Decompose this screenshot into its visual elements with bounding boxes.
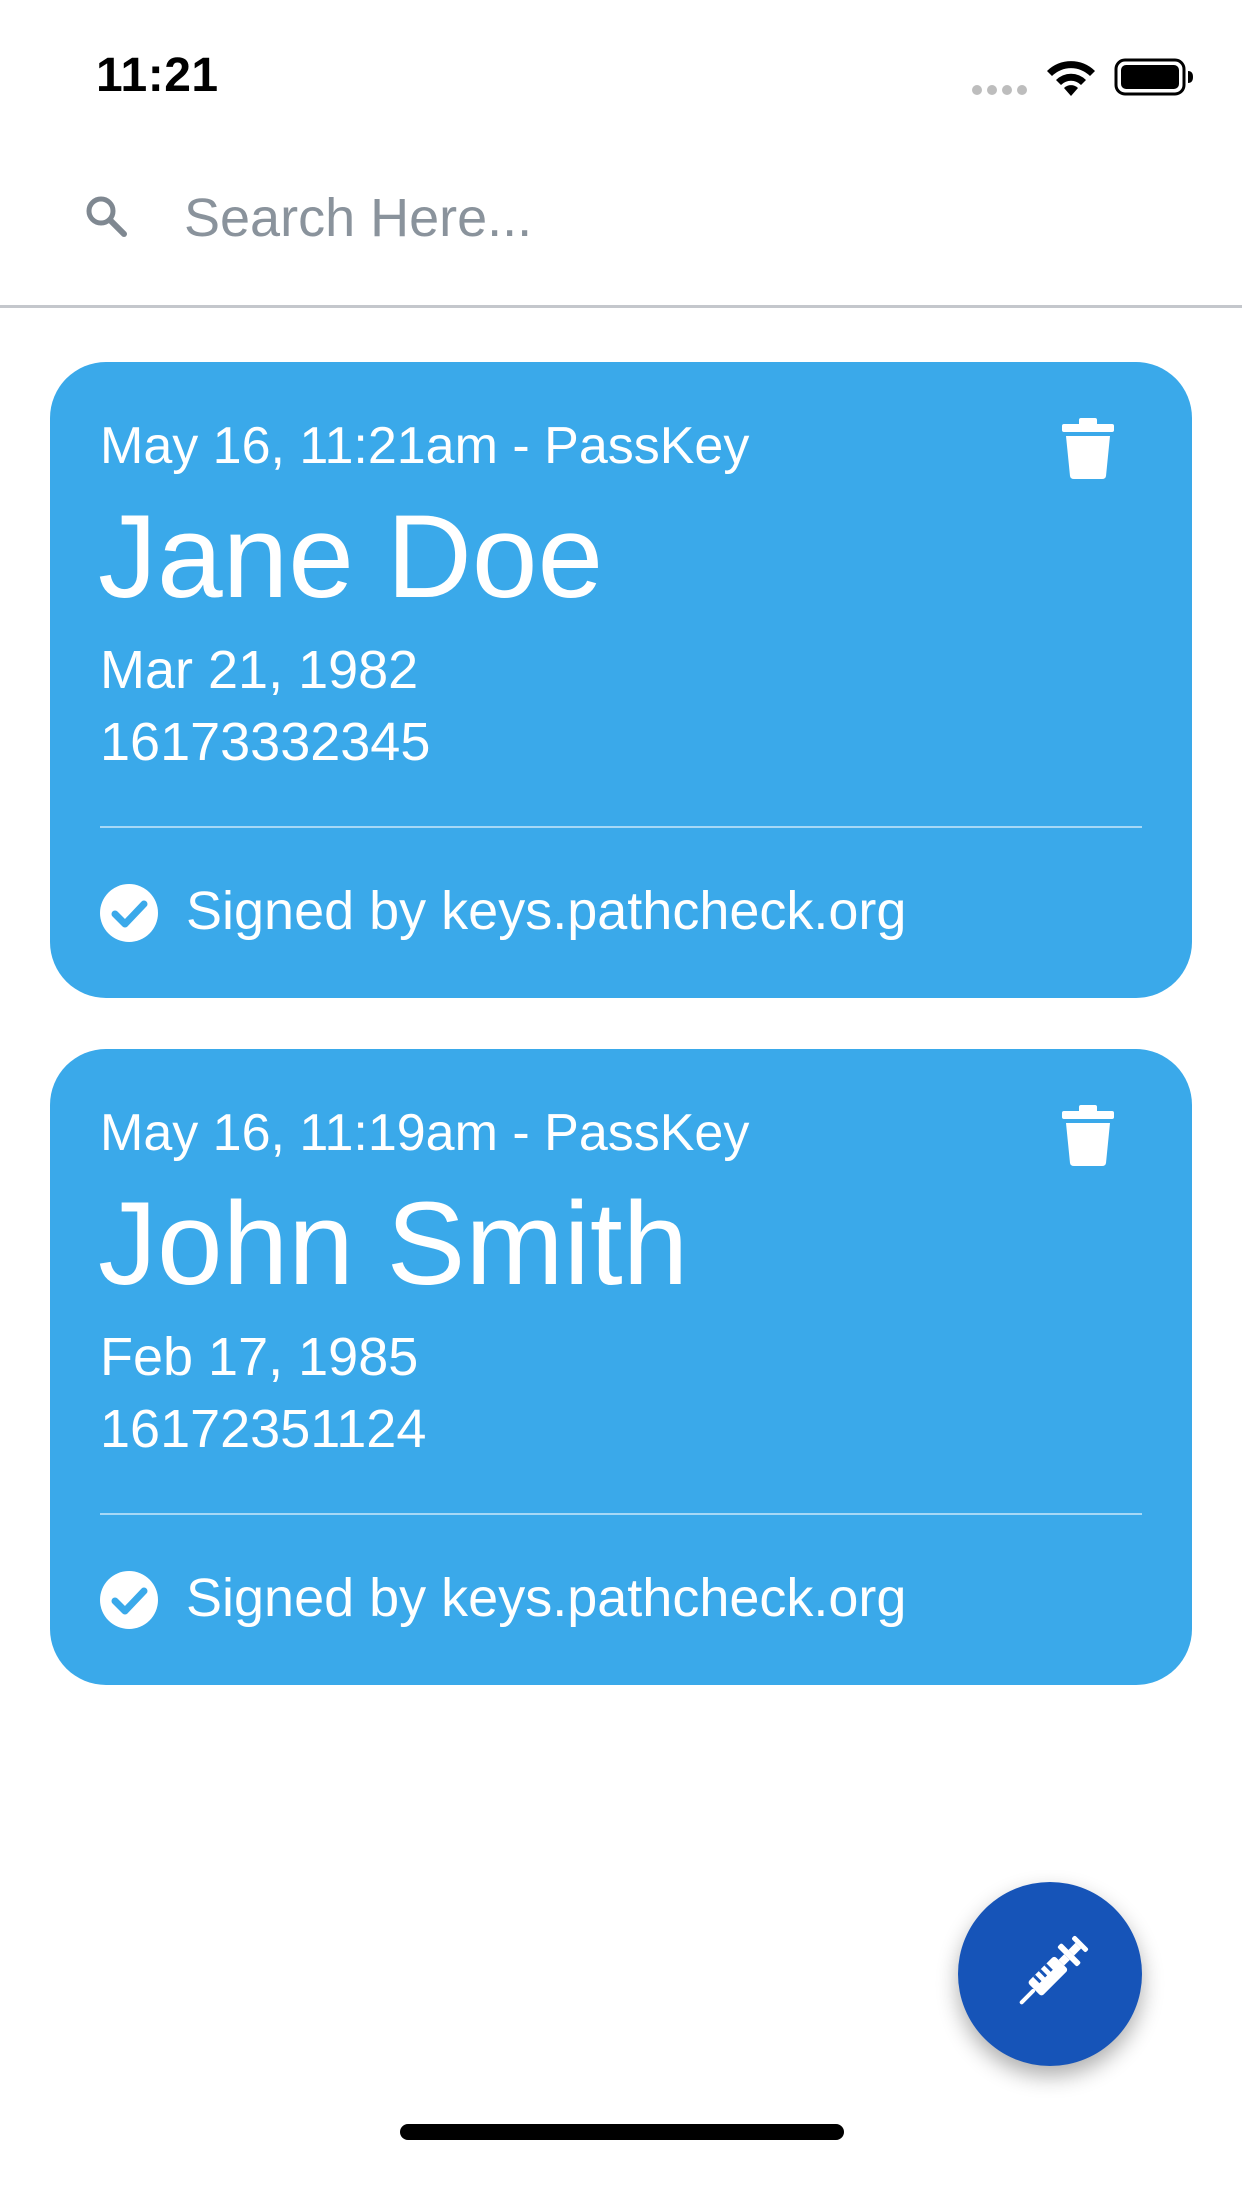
card-holder-name: John Smith — [98, 1178, 689, 1310]
status-bar: 11:21 — [0, 0, 1242, 140]
search-bar — [0, 140, 1242, 308]
card-phone-number: 16172351124 — [100, 1399, 427, 1459]
battery-icon — [1114, 58, 1193, 96]
passkey-card[interactable]: May 16, 11:19am - PassKey John Smith Feb… — [50, 1049, 1192, 1685]
search-icon — [86, 196, 127, 237]
check-circle-icon — [100, 1571, 158, 1629]
status-time: 11:21 — [96, 49, 219, 102]
card-divider — [100, 1513, 1142, 1515]
trash-icon[interactable] — [1060, 416, 1116, 480]
card-signature: Signed by keys.pathcheck.org — [186, 881, 907, 941]
card-divider — [100, 826, 1142, 828]
card-timestamp: May 16, 11:19am - PassKey — [100, 1104, 750, 1162]
card-timestamp: May 16, 11:21am - PassKey — [100, 417, 750, 475]
trash-icon[interactable] — [1060, 1103, 1116, 1167]
home-indicator[interactable] — [400, 2124, 844, 2140]
cellular-signal-icon — [972, 85, 1027, 95]
passkey-card[interactable]: May 16, 11:21am - PassKey Jane Doe Mar 2… — [50, 362, 1192, 998]
wifi-icon — [1047, 61, 1095, 96]
syringe-icon — [1019, 1935, 1089, 2005]
search-input[interactable] — [184, 180, 1164, 256]
card-date-of-birth: Mar 21, 1982 — [100, 640, 419, 700]
check-circle-icon — [100, 884, 158, 942]
card-signature: Signed by keys.pathcheck.org — [186, 1568, 907, 1628]
card-holder-name: Jane Doe — [98, 491, 604, 623]
add-vaccine-fab[interactable] — [958, 1882, 1142, 2066]
card-date-of-birth: Feb 17, 1985 — [100, 1327, 419, 1387]
card-phone-number: 16173332345 — [100, 712, 431, 772]
app-screen: 11:21 May 16, 11:21am - PassKey — [0, 0, 1242, 2208]
